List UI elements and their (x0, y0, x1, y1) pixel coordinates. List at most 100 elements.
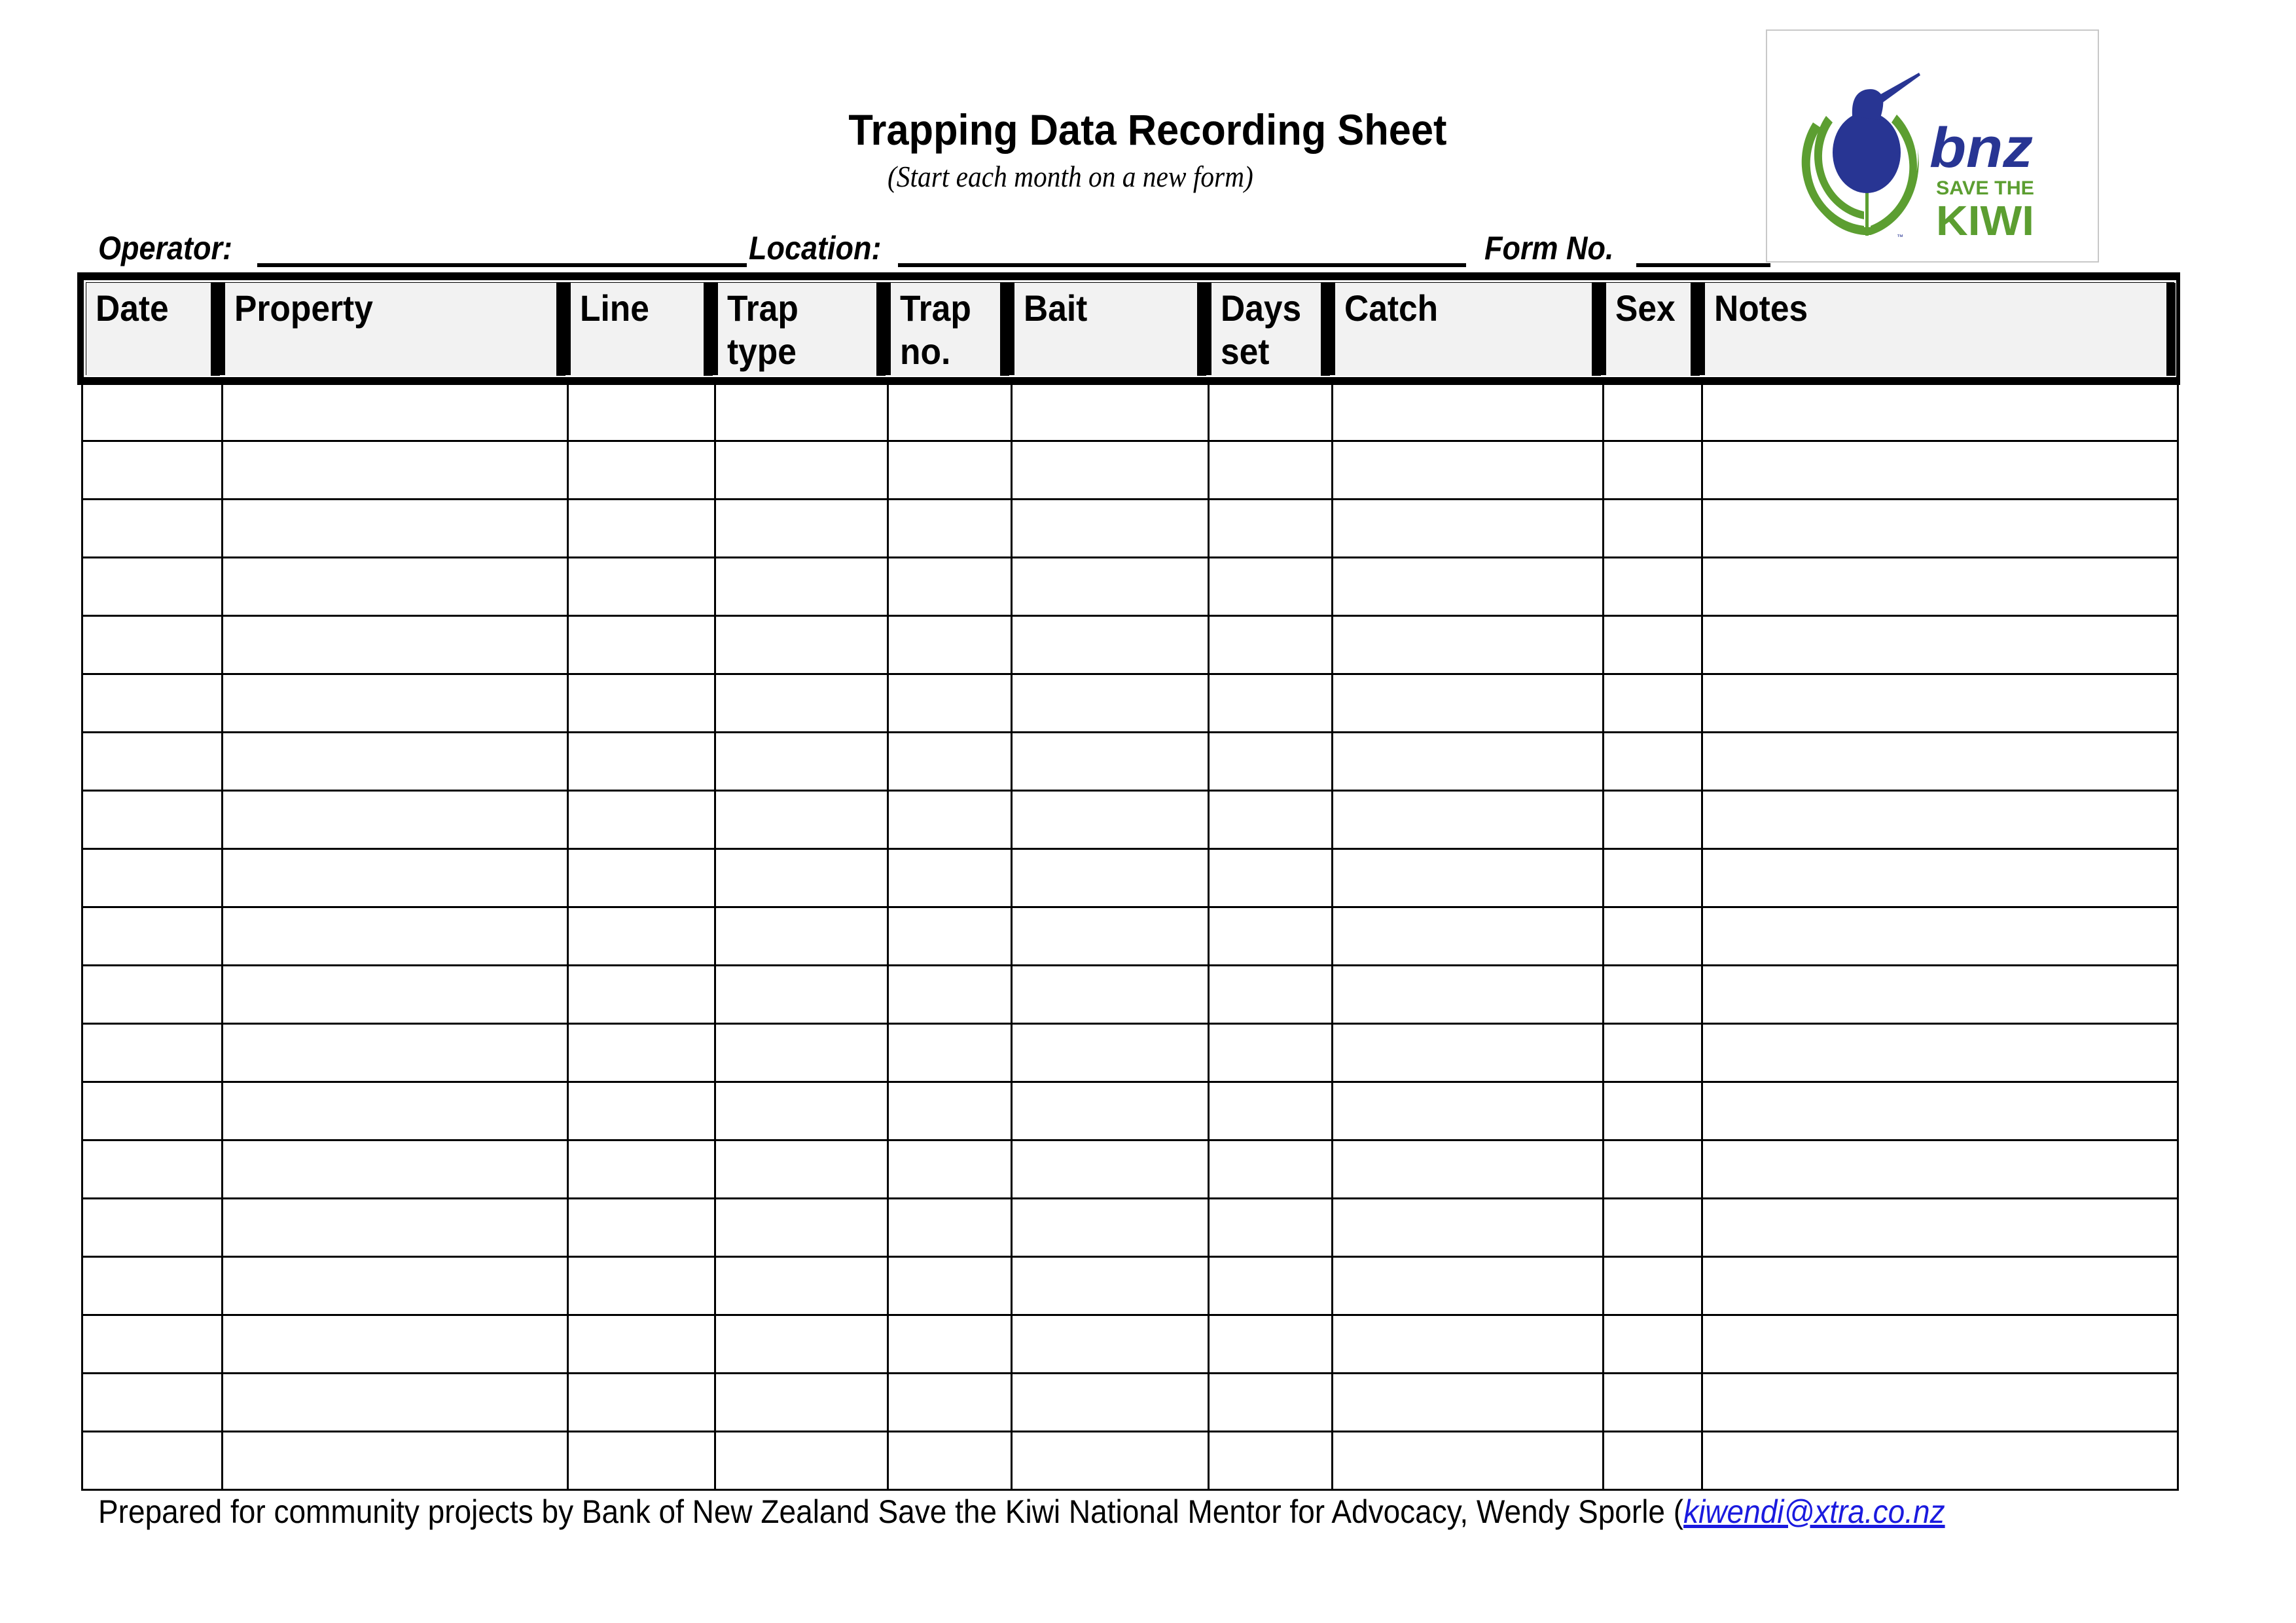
table-cell[interactable] (714, 558, 887, 615)
table-cell[interactable] (1208, 1258, 1331, 1314)
table-cell[interactable] (1011, 1432, 1208, 1489)
footer-email-link[interactable]: kiwendi@xtra.co.nz (1683, 1493, 1945, 1530)
table-cell[interactable] (1602, 966, 1701, 1023)
table-cell[interactable] (1208, 1432, 1331, 1489)
table-cell[interactable] (1011, 442, 1208, 498)
table-cell[interactable] (567, 1025, 714, 1081)
table-cell[interactable] (1011, 1374, 1208, 1431)
table-cell[interactable] (714, 1025, 887, 1081)
table-cell[interactable] (1331, 384, 1602, 440)
table-cell[interactable] (567, 908, 714, 964)
table-cell[interactable] (887, 792, 1011, 848)
table-cell[interactable] (714, 1316, 887, 1372)
table-cell[interactable] (81, 966, 221, 1023)
table-cell[interactable] (1331, 617, 1602, 673)
table-cell[interactable] (714, 850, 887, 906)
table-cell[interactable] (1208, 733, 1331, 790)
table-cell[interactable] (1602, 792, 1701, 848)
table-cell[interactable] (1331, 1083, 1602, 1139)
table-cell[interactable] (1331, 908, 1602, 964)
table-cell[interactable] (1701, 558, 2179, 615)
table-cell[interactable] (81, 675, 221, 731)
table-cell[interactable] (81, 442, 221, 498)
table-cell[interactable] (81, 558, 221, 615)
table-cell[interactable] (714, 1374, 887, 1431)
table-cell[interactable] (887, 384, 1011, 440)
table-cell[interactable] (1208, 558, 1331, 615)
table-cell[interactable] (1011, 1141, 1208, 1197)
table-cell[interactable] (887, 1258, 1011, 1314)
table-cell[interactable] (221, 908, 567, 964)
table-cell[interactable] (1331, 1199, 1602, 1256)
table-cell[interactable] (567, 1316, 714, 1372)
table-cell[interactable] (1602, 558, 1701, 615)
table-cell[interactable] (221, 1083, 567, 1139)
table-cell[interactable] (714, 442, 887, 498)
table-cell[interactable] (1701, 1316, 2179, 1372)
table-cell[interactable] (1602, 442, 1701, 498)
table-cell[interactable] (81, 1374, 221, 1431)
table-cell[interactable] (1208, 1083, 1331, 1139)
table-cell[interactable] (1331, 442, 1602, 498)
table-cell[interactable] (1602, 384, 1701, 440)
table-cell[interactable] (887, 558, 1011, 615)
table-cell[interactable] (1331, 850, 1602, 906)
table-cell[interactable] (887, 1141, 1011, 1197)
table-cell[interactable] (1701, 850, 2179, 906)
table-cell[interactable] (1011, 500, 1208, 556)
table-cell[interactable] (567, 966, 714, 1023)
table-cell[interactable] (1701, 500, 2179, 556)
table-cell[interactable] (1011, 1083, 1208, 1139)
table-cell[interactable] (714, 617, 887, 673)
table-cell[interactable] (887, 617, 1011, 673)
table-cell[interactable] (1331, 558, 1602, 615)
table-cell[interactable] (1208, 966, 1331, 1023)
table-cell[interactable] (714, 908, 887, 964)
location-field[interactable] (898, 263, 1466, 267)
table-cell[interactable] (1011, 1025, 1208, 1081)
table-cell[interactable] (81, 850, 221, 906)
table-cell[interactable] (221, 500, 567, 556)
table-cell[interactable] (1602, 1316, 1701, 1372)
table-cell[interactable] (567, 1199, 714, 1256)
table-cell[interactable] (567, 733, 714, 790)
table-cell[interactable] (1331, 792, 1602, 848)
table-cell[interactable] (567, 792, 714, 848)
table-cell[interactable] (221, 966, 567, 1023)
table-cell[interactable] (714, 1083, 887, 1139)
table-cell[interactable] (567, 675, 714, 731)
table-cell[interactable] (1208, 850, 1331, 906)
table-cell[interactable] (221, 850, 567, 906)
table-cell[interactable] (1602, 1025, 1701, 1081)
table-cell[interactable] (221, 384, 567, 440)
table-cell[interactable] (714, 1258, 887, 1314)
table-cell[interactable] (887, 850, 1011, 906)
table-cell[interactable] (1701, 675, 2179, 731)
table-cell[interactable] (714, 733, 887, 790)
table-cell[interactable] (1701, 1141, 2179, 1197)
table-cell[interactable] (81, 908, 221, 964)
table-cell[interactable] (1331, 1432, 1602, 1489)
table-cell[interactable] (1208, 675, 1331, 731)
table-cell[interactable] (1208, 792, 1331, 848)
table-cell[interactable] (1602, 908, 1701, 964)
table-cell[interactable] (714, 1432, 887, 1489)
table-cell[interactable] (1331, 1374, 1602, 1431)
table-cell[interactable] (1011, 558, 1208, 615)
table-cell[interactable] (887, 675, 1011, 731)
table-cell[interactable] (887, 1374, 1011, 1431)
table-cell[interactable] (714, 384, 887, 440)
table-cell[interactable] (714, 675, 887, 731)
table-cell[interactable] (1208, 500, 1331, 556)
table-cell[interactable] (221, 558, 567, 615)
table-cell[interactable] (567, 617, 714, 673)
table-cell[interactable] (887, 442, 1011, 498)
table-cell[interactable] (1701, 617, 2179, 673)
table-cell[interactable] (714, 1199, 887, 1256)
table-cell[interactable] (1011, 908, 1208, 964)
table-cell[interactable] (887, 1199, 1011, 1256)
table-cell[interactable] (81, 1432, 221, 1489)
table-cell[interactable] (1011, 384, 1208, 440)
table-cell[interactable] (1208, 1025, 1331, 1081)
table-cell[interactable] (81, 1141, 221, 1197)
